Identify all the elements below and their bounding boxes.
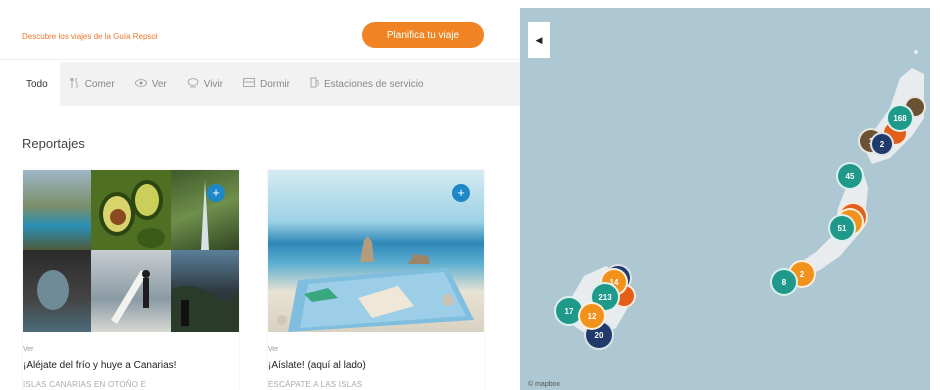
pool-photo	[23, 170, 91, 250]
tab-label: Vivir	[203, 78, 223, 90]
category-tabs: Todo Comer Ver Vivir Dormir Estaciones d…	[14, 62, 520, 106]
left-panel: Descubre los viajes de la Guía Repsol Pl…	[0, 0, 520, 390]
tab-label: Dormir	[259, 78, 290, 90]
add-plus-button[interactable]: +	[207, 184, 225, 202]
tab-label: Estaciones de servicio	[323, 78, 424, 90]
section-title: Reportajes	[22, 136, 85, 151]
tab-dormir[interactable]: Dormir	[233, 62, 300, 106]
tab-estaciones[interactable]: Estaciones de servicio	[300, 62, 434, 106]
tab-label: Comer	[84, 78, 115, 90]
card-title[interactable]: ¡Aléjate del frío y huye a Canarias!	[23, 360, 176, 371]
article-card[interactable]: + Ver ¡Aíslate! (aquí al lado) ESCÁPATE …	[268, 170, 484, 390]
map-view[interactable]: ◀ 1 2 168 45 51 2 8 14 213 17 20 12 © ma…	[520, 8, 930, 390]
map-cluster[interactable]: 12	[578, 302, 606, 330]
page: Descubre los viajes de la Guía Repsol Pl…	[0, 0, 940, 390]
bubble-icon	[187, 77, 199, 91]
tab-label: Todo	[26, 78, 48, 90]
tab-ver[interactable]: Ver	[125, 62, 177, 106]
fuel-icon	[310, 77, 319, 91]
waterfall-photo	[171, 170, 239, 250]
tab-comer[interactable]: Comer	[60, 62, 125, 106]
islands-map	[570, 50, 924, 338]
eye-icon	[134, 78, 147, 90]
card-subtitle: ISLAS CANARIAS EN OTOÑO E	[23, 380, 147, 389]
tagline-link[interactable]: Descubre los viajes de la Guía Repsol	[22, 32, 158, 41]
card-category: Ver	[23, 346, 34, 353]
map-cluster[interactable]: 8	[770, 268, 798, 296]
bed-icon	[243, 78, 255, 90]
tab-label: Ver	[151, 78, 167, 90]
avocado-photo	[91, 170, 171, 250]
card-image-collage: +	[23, 170, 239, 332]
rocks-photo	[171, 250, 239, 332]
cutlery-icon	[70, 77, 80, 91]
tab-todo[interactable]: Todo	[14, 62, 60, 106]
card-category: Ver	[268, 346, 279, 353]
cave-photo	[23, 250, 91, 332]
collapse-map-toggle[interactable]: ◀	[528, 22, 550, 58]
tab-vivir[interactable]: Vivir	[177, 62, 233, 106]
article-card[interactable]: + Ver ¡Aléjate del frío y huye a Canaria…	[23, 170, 239, 390]
plan-trip-button[interactable]: Planifica tu viaje	[362, 22, 484, 48]
map-cluster[interactable]: 45	[836, 162, 864, 190]
card-image-beach: +	[268, 170, 484, 332]
map-cluster[interactable]: 51	[828, 214, 856, 242]
map-cluster[interactable]: 168	[886, 104, 914, 132]
surfer-photo	[91, 250, 171, 332]
card-title[interactable]: ¡Aíslate! (aquí al lado)	[268, 360, 366, 371]
add-plus-button[interactable]: +	[452, 184, 470, 202]
top-bar: Descubre los viajes de la Guía Repsol Pl…	[0, 8, 520, 60]
map-cluster[interactable]: 2	[870, 132, 894, 156]
card-subtitle: ESCÁPATE A LAS ISLAS	[268, 380, 363, 389]
map-attribution: © mapbox	[528, 381, 561, 388]
